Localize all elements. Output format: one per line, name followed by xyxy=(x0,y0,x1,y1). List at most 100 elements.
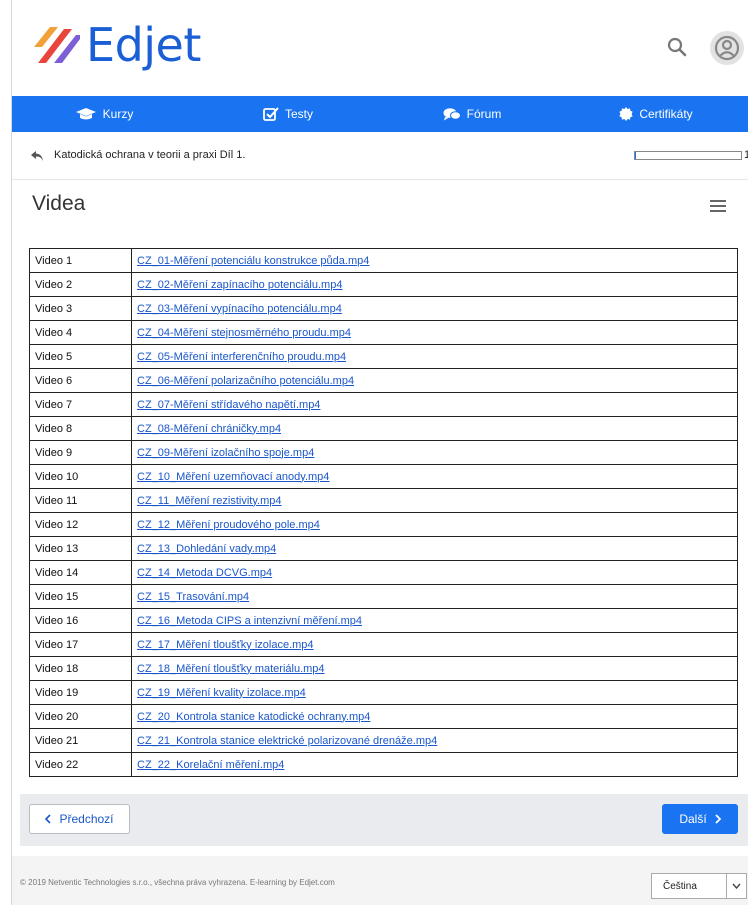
language-select[interactable]: Čeština xyxy=(651,873,747,899)
video-link[interactable]: CZ_15_Trasování.mp4 xyxy=(137,591,249,603)
nav-item-testy[interactable]: Testy xyxy=(196,96,380,132)
video-label: Video 16 xyxy=(29,608,132,633)
video-link[interactable]: CZ_11_Měření rezistivity.mp4 xyxy=(137,495,281,507)
video-label: Video 17 xyxy=(29,632,132,657)
chevron-down-icon xyxy=(726,874,746,898)
chevron-right-icon xyxy=(715,814,721,824)
video-table: Video 1 CZ_01-Měření potenciálu konstrukc… xyxy=(29,248,738,777)
video-cell: CZ_20_Kontrola stanice katodické ochrany… xyxy=(131,704,738,729)
table-row: Video 17 CZ_17_Měření tloušťky izolace.mp… xyxy=(29,632,738,657)
nav-label: Testy xyxy=(284,107,313,121)
video-table-body: Video 1 CZ_01-Měření potenciálu konstrukc… xyxy=(29,248,738,777)
previous-button[interactable]: Předchozí xyxy=(29,804,130,834)
pager: Předchozí Další xyxy=(20,794,748,846)
main-nav: Kurzy Testy Fórum Certifikáty xyxy=(12,96,748,132)
video-label: Video 4 xyxy=(29,320,132,345)
video-cell: CZ_12_Měření proudového pole.mp4 xyxy=(131,512,738,537)
video-link[interactable]: CZ_07-Měření střídavého napětí.mp4 xyxy=(137,399,320,411)
video-link[interactable]: CZ_13_Dohledání vady.mp4 xyxy=(137,543,276,555)
course-progress-fill xyxy=(635,152,637,159)
video-link[interactable]: CZ_05-Měření interferenčního proudu.mp4 xyxy=(137,351,346,363)
video-link[interactable]: CZ_02-Měření zapínacího potenciálu.mp4 xyxy=(137,279,342,291)
badge-icon xyxy=(619,107,633,121)
video-label: Video 10 xyxy=(29,464,132,489)
nav-item-certifikaty[interactable]: Certifikáty xyxy=(564,96,748,132)
video-link[interactable]: CZ_18_Měření tloušťky materiálu.mp4 xyxy=(137,663,325,675)
copyright-text: © 2019 Netventic Technologies s.r.o., vš… xyxy=(20,878,335,887)
checkbox-icon xyxy=(263,107,279,121)
video-label: Video 12 xyxy=(29,512,132,537)
table-row: Video 8 CZ_08-Měření chráničky.mp4 xyxy=(29,416,738,441)
video-cell: CZ_08-Měření chráničky.mp4 xyxy=(131,416,738,441)
back-arrow-icon[interactable] xyxy=(30,150,44,162)
table-row: Video 12 CZ_12_Měření proudového pole.mp4 xyxy=(29,512,738,537)
video-cell: CZ_09-Měření izolačního spoje.mp4 xyxy=(131,440,738,465)
table-row: Video 22 CZ_22_Korelační měření.mp4 xyxy=(29,752,738,777)
table-row: Video 14 CZ_14_Metoda DCVG.mp4 xyxy=(29,560,738,585)
video-label: Video 8 xyxy=(29,416,132,441)
table-row: Video 6 CZ_06-Měření polarizačního potenc… xyxy=(29,368,738,393)
video-label: Video 18 xyxy=(29,656,132,681)
header: Edjet xyxy=(12,0,748,96)
video-label: Video 14 xyxy=(29,560,132,585)
video-link[interactable]: CZ_14_Metoda DCVG.mp4 xyxy=(137,567,272,579)
table-row: Video 4 CZ_04-Měření stejnosměrného proud… xyxy=(29,320,738,345)
video-link[interactable]: CZ_16_Metoda CIPS a intenzivní měření.mp… xyxy=(137,615,362,627)
video-cell: CZ_07-Měření střídavého napětí.mp4 xyxy=(131,392,738,417)
video-link[interactable]: CZ_19_Měření kvality izolace.mp4 xyxy=(137,687,306,699)
video-link[interactable]: CZ_22_Korelační měření.mp4 xyxy=(137,759,284,771)
edjet-logo-icon xyxy=(34,27,80,63)
search-icon[interactable] xyxy=(666,36,688,58)
brand-name: Edjet xyxy=(86,18,201,72)
next-button[interactable]: Další xyxy=(662,804,738,834)
chat-icon xyxy=(443,108,461,121)
table-row: Video 19 CZ_19_Měření kvality izolace.mp4 xyxy=(29,680,738,705)
video-link[interactable]: CZ_06-Měření polarizačního potenciálu.mp… xyxy=(137,375,354,387)
video-link[interactable]: CZ_20_Kontrola stanice katodické ochrany… xyxy=(137,711,370,723)
nav-item-kurzy[interactable]: Kurzy xyxy=(12,96,196,132)
video-link[interactable]: CZ_12_Měření proudového pole.mp4 xyxy=(137,519,320,531)
video-label: Video 13 xyxy=(29,536,132,561)
table-row: Video 5 CZ_05-Měření interferenčního prou… xyxy=(29,344,738,369)
video-label: Video 19 xyxy=(29,680,132,705)
video-label: Video 6 xyxy=(29,368,132,393)
nav-label: Fórum xyxy=(466,107,502,121)
video-cell: CZ_13_Dohledání vady.mp4 xyxy=(131,536,738,561)
table-row: Video 1 CZ_01-Měření potenciálu konstrukc… xyxy=(29,248,738,273)
video-link[interactable]: CZ_04-Měření stejnosměrného proudu.mp4 xyxy=(137,327,351,339)
user-avatar[interactable] xyxy=(710,31,744,65)
video-label: Video 20 xyxy=(29,704,132,729)
video-cell: CZ_21_Kontrola stanice elektrické polari… xyxy=(131,728,738,753)
course-progress-bar xyxy=(634,151,742,160)
table-row: Video 11 CZ_11_Měření rezistivity.mp4 xyxy=(29,488,738,513)
footer: © 2019 Netventic Technologies s.r.o., vš… xyxy=(12,856,748,905)
video-cell: CZ_22_Korelační měření.mp4 xyxy=(131,752,738,777)
chevron-left-icon xyxy=(45,814,52,824)
next-button-label: Další xyxy=(679,812,707,826)
video-link[interactable]: CZ_21_Kontrola stanice elektrické polari… xyxy=(137,735,437,747)
hamburger-menu-icon[interactable] xyxy=(710,199,726,213)
nav-label: Certifikáty xyxy=(639,107,693,121)
course-bar: Katodická ochrana v teorii a praxi Díl 1… xyxy=(12,132,748,180)
video-label: Video 3 xyxy=(29,296,132,321)
language-select-value: Čeština xyxy=(663,881,697,892)
video-link[interactable]: CZ_17_Měření tloušťky izolace.mp4 xyxy=(137,639,314,651)
video-label: Video 11 xyxy=(29,488,132,513)
graduation-cap-icon xyxy=(75,108,96,120)
video-link[interactable]: CZ_01-Měření potenciálu konstrukce půda.… xyxy=(137,255,369,267)
video-link[interactable]: CZ_09-Měření izolačního spoje.mp4 xyxy=(137,447,314,459)
table-row: Video 18 CZ_18_Měření tloušťky materiálu.… xyxy=(29,656,738,681)
video-label: Video 9 xyxy=(29,440,132,465)
video-cell: CZ_05-Měření interferenčního proudu.mp4 xyxy=(131,344,738,369)
video-link[interactable]: CZ_10_Měření uzemňovací anody.mp4 xyxy=(137,471,329,483)
logo[interactable]: Edjet xyxy=(30,18,201,72)
table-row: Video 16 CZ_16_Metoda CIPS a intenzivní m… xyxy=(29,608,738,633)
video-link[interactable]: CZ_03-Měření vypínacího potenciálu.mp4 xyxy=(137,303,342,315)
video-label: Video 22 xyxy=(29,752,132,777)
video-label: Video 2 xyxy=(29,272,132,297)
nav-item-forum[interactable]: Fórum xyxy=(380,96,564,132)
course-title[interactable]: Katodická ochrana v teorii a praxi Díl 1… xyxy=(54,149,245,161)
video-cell: CZ_03-Měření vypínacího potenciálu.mp4 xyxy=(131,296,738,321)
video-cell: CZ_16_Metoda CIPS a intenzivní měření.mp… xyxy=(131,608,738,633)
video-link[interactable]: CZ_08-Měření chráničky.mp4 xyxy=(137,423,281,435)
